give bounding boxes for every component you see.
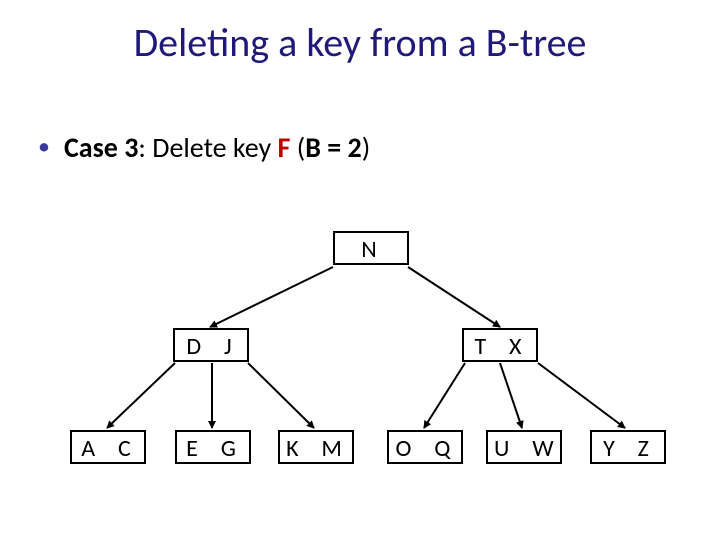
btree-leaf-0: A C xyxy=(70,430,146,464)
bullet-text-3: ) xyxy=(362,130,371,165)
case-label: Case 3 xyxy=(64,130,138,165)
btree-leaf-1: E G xyxy=(175,430,251,464)
btree-leaf-2: K M xyxy=(278,430,354,464)
btree-internal-left: D J xyxy=(173,328,249,362)
deleted-key: F xyxy=(278,130,291,165)
bullet-case-3: • Case 3: Delete key F (B = 2) xyxy=(38,130,370,165)
b-equals: B = 2 xyxy=(305,130,362,165)
bullet-text-1: : Delete key xyxy=(138,130,277,165)
bullet-text-2: ( xyxy=(290,130,305,165)
btree-leaf-4: U W xyxy=(486,430,562,464)
btree-leaf-5: Y Z xyxy=(590,430,666,464)
btree-leaf-3: O Q xyxy=(387,430,463,464)
btree-root: N xyxy=(333,231,409,265)
btree-internal-right: T X xyxy=(462,328,538,362)
bullet-icon: • xyxy=(38,135,50,159)
slide-title: Deleting a key from a B-tree xyxy=(0,18,720,67)
